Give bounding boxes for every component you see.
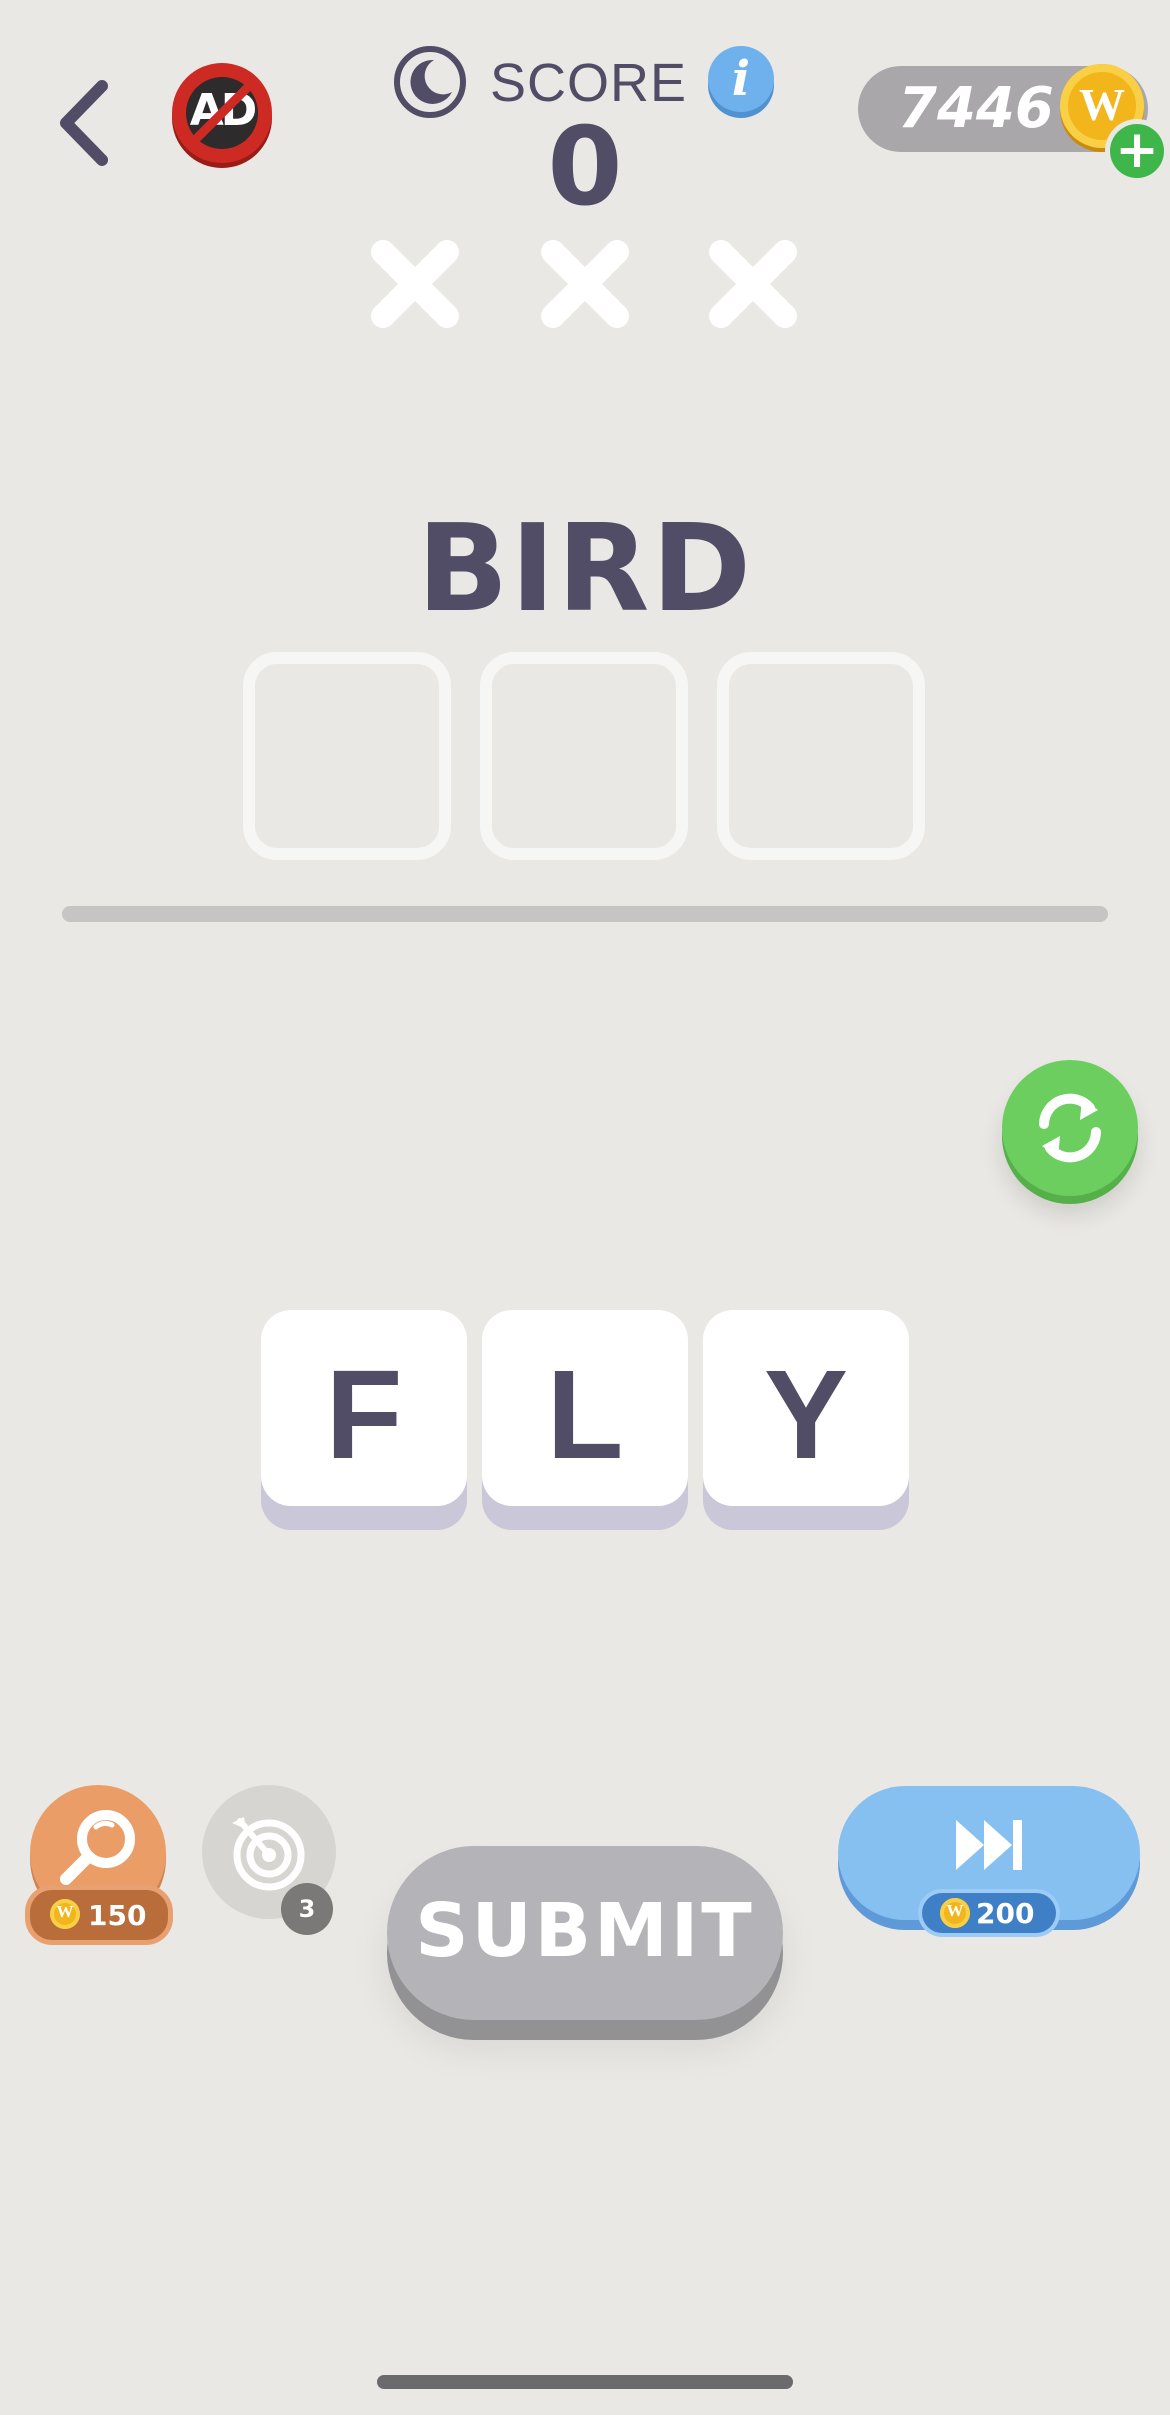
skip-cost: 200	[976, 1897, 1035, 1930]
strike-x-icon	[541, 240, 629, 328]
submit-label: SUBMIT	[415, 1888, 755, 1974]
target-icon	[232, 1817, 305, 1891]
fast-forward-icon	[956, 1820, 1022, 1870]
remove-ads-button[interactable]: AD	[172, 63, 272, 163]
hint-cost: 150	[88, 1899, 147, 1932]
target-count-badge: 3	[281, 1883, 333, 1935]
letter-tile[interactable]: Y	[703, 1310, 909, 1506]
strike-x-icon	[371, 240, 459, 328]
hint-cost-badge: W 150	[30, 1890, 168, 1940]
clue-word: BIRD	[416, 500, 754, 639]
coin-count: 7446	[898, 76, 1054, 141]
answer-slot[interactable]	[243, 652, 451, 860]
score-value: 0	[547, 105, 623, 230]
shuffle-icon	[1039, 1093, 1101, 1163]
info-icon[interactable]: i	[708, 46, 774, 112]
no-ads-slash	[192, 83, 252, 143]
strike-x-icon	[709, 240, 797, 328]
magnifier-icon	[60, 1810, 135, 1885]
coin-icon: W	[50, 1899, 80, 1929]
back-chevron-icon[interactable]	[50, 78, 120, 168]
shuffle-button[interactable]	[1002, 1060, 1138, 1196]
coin-icon: W	[940, 1898, 970, 1928]
letter-tile[interactable]: F	[261, 1310, 467, 1506]
divider	[62, 906, 1108, 922]
letter-tile[interactable]: L	[482, 1310, 688, 1506]
plus-icon[interactable]: +	[1110, 124, 1164, 178]
answer-slot[interactable]	[717, 652, 925, 860]
home-indicator[interactable]	[377, 2375, 793, 2389]
submit-button[interactable]: SUBMIT	[387, 1846, 783, 2020]
answer-slot[interactable]	[480, 652, 688, 860]
moon-icon[interactable]	[392, 44, 468, 120]
skip-cost-badge: W 200	[922, 1893, 1056, 1933]
